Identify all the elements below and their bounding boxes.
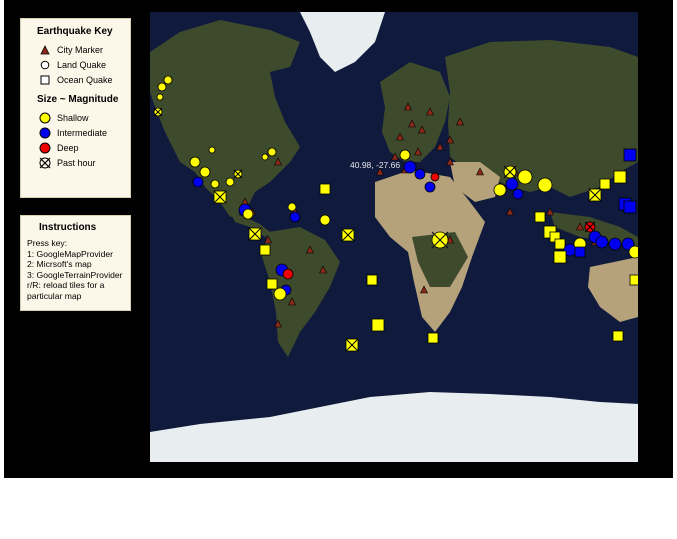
land-quake-marker[interactable] — [424, 181, 436, 193]
crossed-circle-icon — [39, 157, 51, 169]
ocean-quake-marker[interactable] — [574, 246, 586, 258]
land-quake-marker[interactable] — [273, 287, 287, 301]
circle-icon — [40, 60, 50, 70]
ocean-quake-marker[interactable] — [371, 318, 385, 332]
land-quake-marker[interactable] — [628, 245, 638, 259]
land-quake-marker[interactable] — [192, 176, 204, 188]
ocean-quake-marker[interactable] — [554, 238, 566, 250]
key-title: Earthquake Key — [37, 26, 113, 37]
deep-circle-icon — [39, 142, 51, 154]
ocean-quake-marker[interactable] — [629, 274, 638, 286]
map-canvas[interactable] — [150, 12, 638, 462]
shallow-circle-icon — [39, 112, 51, 124]
key-label-city-marker: City Marker — [57, 45, 104, 55]
ocean-quake-marker[interactable] — [623, 200, 637, 214]
land-quake-marker[interactable] — [242, 208, 254, 220]
ocean-quake-marker[interactable] — [319, 183, 331, 195]
instruction-line: 3: GoogleTerrainProvider — [27, 269, 123, 280]
triangle-icon — [40, 45, 50, 55]
land-quake-marker[interactable] — [608, 237, 622, 251]
size-magnitude-title: Size ~ Magnitude — [37, 94, 119, 105]
ocean-quake-marker[interactable] — [366, 274, 378, 286]
land-quake-marker[interactable] — [282, 268, 294, 280]
land-quake-marker[interactable] — [210, 179, 220, 189]
ocean-quake-marker[interactable] — [266, 278, 278, 290]
key-label-past-hour: Past hour — [57, 158, 96, 168]
land-quake-marker[interactable] — [289, 211, 301, 223]
instructions-title: Instructions — [39, 222, 97, 233]
key-label-shallow: Shallow — [57, 113, 89, 123]
land-quake-marker[interactable] — [261, 153, 269, 161]
land-quake-marker[interactable] — [430, 172, 440, 182]
ocean-quake-marker[interactable] — [259, 244, 271, 256]
key-label-land-quake: Land Quake — [57, 60, 107, 70]
land-quake-marker[interactable] — [505, 177, 519, 191]
land-quake-marker[interactable] — [319, 214, 331, 226]
land-quake-marker[interactable] — [199, 166, 211, 178]
square-icon — [40, 75, 50, 85]
instructions-panel: Instructions Press key: 1: GoogleMapProv… — [20, 215, 131, 311]
land-quake-marker[interactable] — [267, 147, 277, 157]
land-quake-marker[interactable] — [512, 188, 524, 200]
instruction-line: 2: Micrsoft's map — [27, 259, 92, 269]
land-quake-marker[interactable] — [399, 149, 411, 161]
coordinate-readout: 40.98, -27.66 — [350, 160, 401, 170]
ocean-quake-marker[interactable] — [613, 170, 627, 184]
instruction-line: 1: GoogleMapProvider — [27, 248, 113, 259]
land-quake-marker[interactable] — [537, 177, 553, 193]
land-quake-marker[interactable] — [189, 156, 201, 168]
land-quake-marker[interactable] — [156, 93, 164, 101]
key-label-intermediate: Intermediate — [57, 128, 108, 138]
intermediate-circle-icon — [39, 127, 51, 139]
land-quake-marker[interactable] — [157, 82, 167, 92]
land-quake-marker[interactable] — [208, 146, 216, 154]
key-label-ocean-quake: Ocean Quake — [57, 75, 113, 85]
world-map[interactable]: 40.98, -27.66 — [150, 12, 638, 462]
ocean-quake-marker[interactable] — [623, 148, 637, 162]
instruction-line: particular map — [27, 290, 82, 301]
land-quake-marker[interactable] — [595, 235, 609, 249]
land-quake-marker[interactable] — [287, 202, 297, 212]
instruction-line: r/R: reload tiles for a — [27, 280, 105, 290]
ocean-quake-marker[interactable] — [553, 250, 567, 264]
land-quake-marker[interactable] — [163, 75, 173, 85]
earthquake-key-panel: Earthquake Key City Marker Land Quake Oc… — [20, 18, 131, 198]
instruction-line: Press key: — [27, 238, 68, 248]
instructions-text: Press key: 1: GoogleMapProvider 2: Micrs… — [27, 238, 123, 301]
ocean-quake-marker[interactable] — [599, 178, 611, 190]
ocean-quake-marker[interactable] — [612, 330, 624, 342]
land-quake-marker[interactable] — [225, 177, 235, 187]
land-quake-marker[interactable] — [493, 183, 507, 197]
ocean-quake-marker[interactable] — [427, 332, 439, 344]
ocean-quake-marker[interactable] — [534, 211, 546, 223]
key-label-deep: Deep — [57, 143, 79, 153]
land-quake-marker[interactable] — [517, 169, 533, 185]
land-quake-marker[interactable] — [414, 168, 426, 180]
land-quake-marker[interactable] — [403, 160, 417, 174]
